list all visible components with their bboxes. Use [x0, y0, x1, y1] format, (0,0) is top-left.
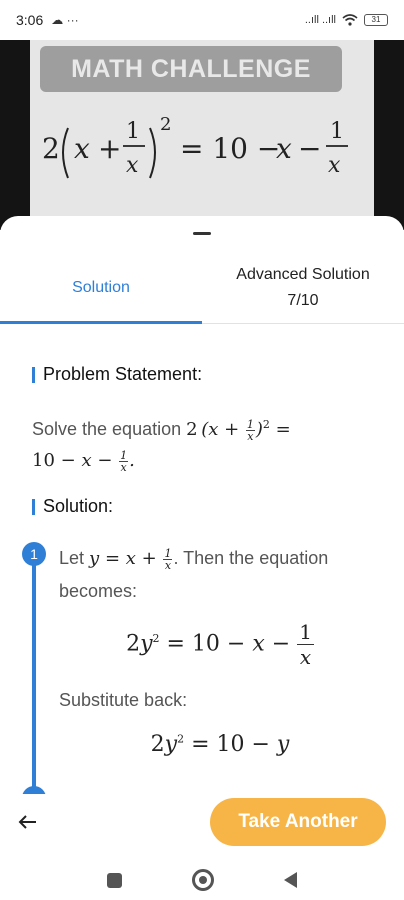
svg-text:x: x: [126, 153, 139, 178]
status-right-group: ..ıll ..ıll 31: [305, 14, 388, 26]
notification-icons: ☁ ···: [51, 13, 79, 27]
photo-equation: 2 x + 1 x 2 = 10 − x − 1 x: [42, 114, 348, 179]
step1-result-equation: 2y2 = 10 − y: [150, 732, 290, 757]
svg-text:1: 1: [330, 119, 344, 144]
result-sheet: Solution Advanced Solution 7/10 Problem …: [0, 216, 404, 900]
step-number-badge: 1: [22, 542, 46, 566]
svg-text:2: 2: [42, 132, 60, 165]
home-dot: [199, 876, 207, 884]
photo-banner: MATH CHALLENGE: [40, 46, 342, 92]
back-triangle-icon[interactable]: [284, 872, 297, 888]
tab-advanced-count: 7/10: [287, 292, 319, 309]
svg-text:x: x: [74, 132, 90, 165]
solution-heading: Solution:: [32, 496, 113, 517]
back-arrow-icon[interactable]: [14, 808, 42, 836]
status-bar: 3:06 ☁ ··· ..ıll ..ıll 31: [0, 0, 404, 40]
tab-advanced-label: Advanced Solution: [236, 266, 370, 283]
heading-accent-bar: [32, 498, 35, 515]
solution-heading-text: Solution:: [43, 496, 114, 516]
problem-prefix: Solve the equation: [32, 419, 182, 439]
recents-icon[interactable]: [107, 872, 122, 888]
step1-text: Let y = x + 1x. Then the equation become…: [59, 542, 379, 607]
system-nav-bar: [0, 860, 404, 900]
step1-text-a: Let: [59, 548, 85, 568]
svg-text:x: x: [328, 153, 341, 178]
tab-solution-label: Solution: [72, 279, 130, 296]
substitute-text: Substitute back:: [59, 690, 188, 710]
svg-text:1: 1: [126, 119, 140, 144]
status-time: 3:06: [16, 12, 44, 28]
svg-text:+: +: [98, 132, 121, 165]
signal-icon: ..ıll ..ıll: [304, 14, 336, 26]
take-another-button[interactable]: Take Another: [210, 798, 386, 846]
svg-text:= 10 −: = 10 −: [180, 132, 280, 165]
svg-text:x: x: [276, 132, 292, 165]
home-icon[interactable]: [192, 869, 214, 891]
step1-substitution: y = x + 1x: [89, 546, 173, 572]
solution-content[interactable]: Problem Statement: Solve the equation 2 …: [0, 324, 404, 794]
bottom-action-bar: Take Another: [0, 794, 404, 854]
problem-photo: MATH CHALLENGE 2 x + 1 x 2 = 10 − x − 1 …: [30, 40, 374, 230]
step1-equation: 2y2 = 10 − x − 1x: [126, 620, 314, 669]
step-number-badge: [22, 786, 46, 794]
problem-heading-text: Problem Statement:: [43, 364, 203, 384]
solution-tabs: Solution Advanced Solution 7/10: [0, 252, 404, 324]
svg-text:2: 2: [160, 114, 171, 135]
battery-icon: 31: [364, 14, 388, 26]
svg-text:−: −: [298, 132, 321, 165]
tab-advanced-solution[interactable]: Advanced Solution 7/10: [202, 252, 404, 324]
heading-accent-bar: [32, 366, 35, 383]
sheet-drag-handle[interactable]: [193, 232, 211, 235]
step-timeline: [32, 544, 36, 794]
camera-preview: MATH CHALLENGE 2 x + 1 x 2 = 10 − x − 1 …: [0, 40, 404, 230]
tab-solution[interactable]: Solution: [0, 252, 202, 324]
problem-text: Solve the equation 2 (x + 1 x)2 = 10 − x −…: [32, 410, 372, 476]
wifi-icon: [342, 14, 358, 26]
problem-heading: Problem Statement:: [32, 364, 202, 385]
